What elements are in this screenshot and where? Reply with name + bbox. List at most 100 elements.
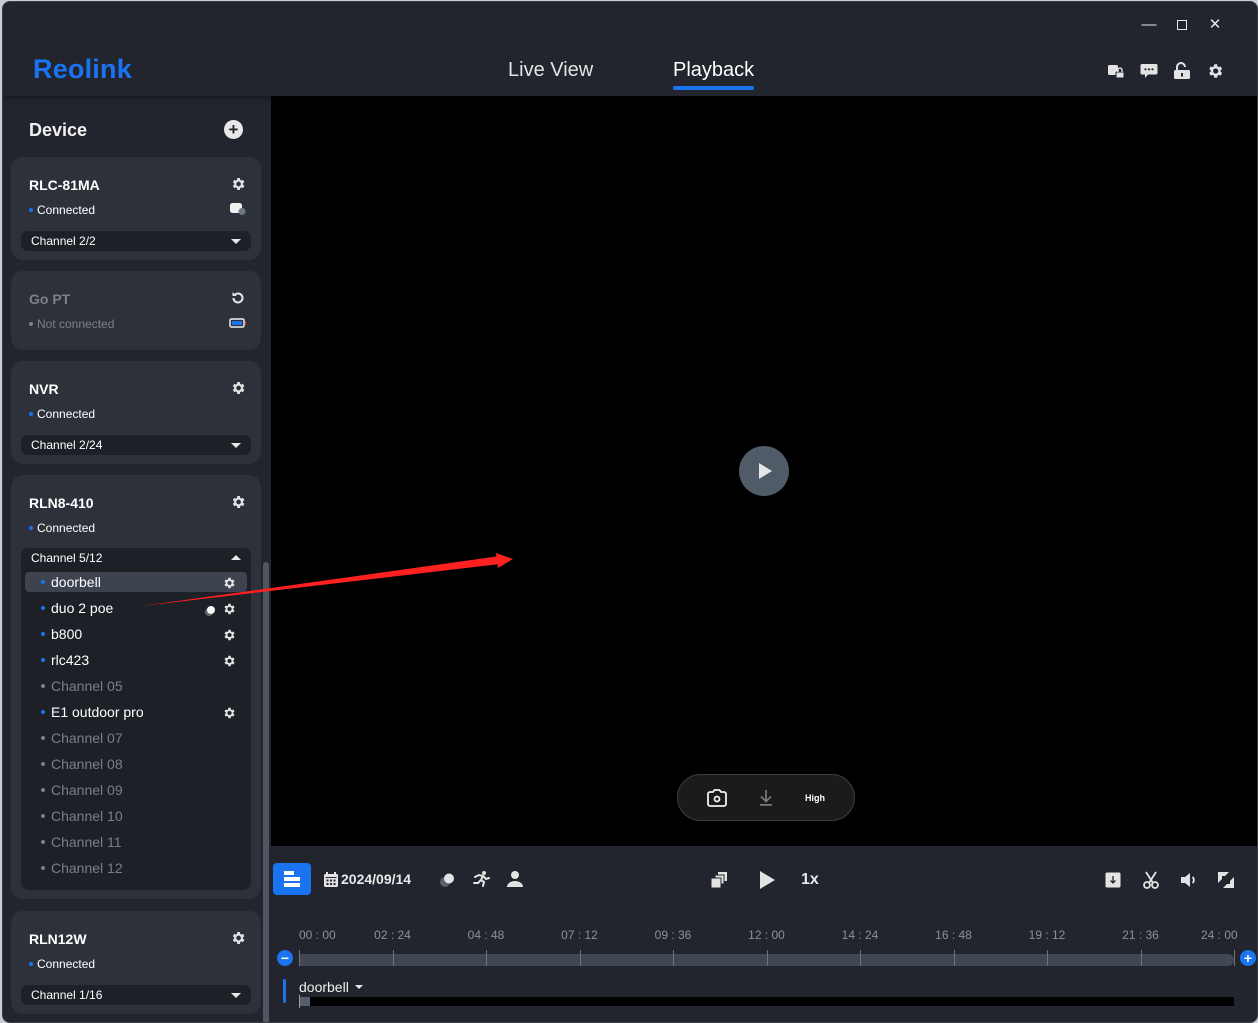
big-play-button[interactable] xyxy=(739,446,789,496)
channel-dropdown[interactable]: Channel 2/24 xyxy=(21,435,251,455)
snapshot-button[interactable] xyxy=(706,787,728,809)
channel-item[interactable]: Channel 08 xyxy=(25,754,247,774)
channel-item[interactable]: Channel 11 xyxy=(25,832,247,852)
playhead[interactable] xyxy=(299,995,300,1008)
download-button[interactable] xyxy=(756,787,776,809)
multi-window-button[interactable] xyxy=(709,870,729,890)
channel-item[interactable]: Channel 12 xyxy=(25,858,247,878)
minimize-icon: — xyxy=(1141,16,1157,33)
clip-button[interactable] xyxy=(1141,870,1161,890)
tab-playback[interactable]: Playback xyxy=(673,59,754,82)
fullscreen-button[interactable] xyxy=(1216,870,1236,890)
status-dot xyxy=(41,658,45,662)
calendar-icon xyxy=(324,871,338,887)
reolink-logo: Reolink xyxy=(33,54,132,84)
channel-item[interactable]: duo 2 poe xyxy=(25,598,247,618)
list-view-button[interactable] xyxy=(273,863,311,895)
timeline-zoom-out-button[interactable]: − xyxy=(277,950,293,966)
minus-icon: − xyxy=(280,950,290,966)
reconnect-button[interactable] xyxy=(230,290,246,306)
unlock-button[interactable] xyxy=(1172,61,1192,81)
channel-item[interactable]: Channel 05 xyxy=(25,676,247,696)
settings-button[interactable] xyxy=(1205,61,1225,81)
channel-item[interactable]: b800 xyxy=(25,624,247,644)
channel-settings-button[interactable] xyxy=(222,627,236,641)
channel-dropdown[interactable]: Channel 2/2 xyxy=(21,231,251,251)
chevron-down-icon xyxy=(231,239,241,244)
person-filter-button[interactable] xyxy=(505,869,525,889)
timeline-tick xyxy=(1234,950,1235,966)
tab-live-view[interactable]: Live View xyxy=(508,59,593,82)
timeline-tick-label: 16 : 48 xyxy=(935,928,972,942)
channel-label: Channel 10 xyxy=(51,808,123,824)
sleep-filter-button[interactable] xyxy=(437,870,457,890)
chevron-down-icon xyxy=(231,443,241,448)
gear-icon xyxy=(224,629,235,641)
status-text: Connected xyxy=(37,203,96,217)
device-name: RLN12W xyxy=(29,931,87,947)
device-card-rln8-410[interactable]: RLN8-410 Connected Channel 5/12 doorbell… xyxy=(11,475,261,899)
settings-icon xyxy=(1209,64,1223,78)
share-lock-icon xyxy=(1108,65,1125,79)
batch-download-button[interactable] xyxy=(1103,870,1123,890)
sidebar-scrollbar[interactable] xyxy=(263,562,269,1022)
minimize-button[interactable]: — xyxy=(1138,14,1160,36)
speed-button[interactable]: 1x xyxy=(801,868,819,892)
recording-track[interactable] xyxy=(299,997,1234,1006)
device-settings-button[interactable] xyxy=(230,176,246,192)
channel-item[interactable]: doorbell xyxy=(25,572,247,592)
quality-button[interactable]: High xyxy=(800,787,830,809)
motion-filter-button[interactable] xyxy=(471,869,491,889)
share-lock-button[interactable] xyxy=(1106,61,1126,81)
channel-label: Channel 05 xyxy=(51,678,123,694)
channel-settings-button[interactable] xyxy=(222,575,236,589)
close-button[interactable]: ✕ xyxy=(1204,14,1226,36)
device-sidebar: Device + RLC-81MA Connected Channel 2/2 … xyxy=(3,96,270,1022)
device-settings-button[interactable] xyxy=(230,930,246,946)
channel-settings-button[interactable] xyxy=(222,601,236,615)
recording-segment[interactable] xyxy=(299,997,311,1006)
status-dot xyxy=(29,962,33,966)
channel-settings-button[interactable] xyxy=(222,705,236,719)
device-settings-button[interactable] xyxy=(230,494,246,510)
gear-icon xyxy=(224,707,235,719)
timeline-track[interactable] xyxy=(299,950,1235,966)
channel-dropdown-label: Channel 2/2 xyxy=(31,234,96,248)
device-card-rlc-81ma[interactable]: RLC-81MA Connected Channel 2/2 xyxy=(11,157,261,260)
plus-icon: + xyxy=(228,120,239,139)
fullscreen-icon xyxy=(1218,872,1234,888)
channel-item[interactable]: Channel 07 xyxy=(25,728,247,748)
device-card-go-pt[interactable]: Go PT Not connected xyxy=(11,271,261,350)
track-channel-selector[interactable]: doorbell xyxy=(299,979,363,995)
download-icon xyxy=(760,790,772,806)
sleep-indicator xyxy=(204,602,216,616)
gear-icon xyxy=(232,382,245,394)
timeline-zoom-in-button[interactable]: + xyxy=(1240,950,1256,966)
timeline-tick xyxy=(953,950,955,966)
play-icon xyxy=(760,871,775,889)
channel-label: Channel 07 xyxy=(51,730,123,746)
speed-label: 1x xyxy=(801,871,819,888)
date-picker[interactable]: 2024/09/14 xyxy=(323,868,411,890)
channel-item[interactable]: rlc423 xyxy=(25,650,247,670)
device-card-rln12w[interactable]: RLN12W Connected Channel 1/16 xyxy=(11,911,261,1014)
add-device-button[interactable]: + xyxy=(224,120,243,139)
channel-item[interactable]: Channel 10 xyxy=(25,806,247,826)
date-label: 2024/09/14 xyxy=(341,871,412,887)
volume-button[interactable] xyxy=(1179,870,1199,890)
status-dot xyxy=(41,788,45,792)
scissors-icon xyxy=(1143,871,1159,889)
channel-dropdown[interactable]: Channel 5/12 xyxy=(21,548,251,568)
channel-settings-button[interactable] xyxy=(222,653,236,667)
play-button[interactable] xyxy=(755,868,779,892)
video-viewport[interactable]: High xyxy=(271,96,1257,846)
device-card-nvr[interactable]: NVR Connected Channel 2/24 xyxy=(11,361,261,464)
channel-item[interactable]: Channel 09 xyxy=(25,780,247,800)
channel-dropdown[interactable]: Channel 1/16 xyxy=(21,985,251,1005)
channel-label: rlc423 xyxy=(51,652,90,668)
channel-item[interactable]: E1 outdoor pro xyxy=(25,702,247,722)
device-settings-button[interactable] xyxy=(230,380,246,396)
timeline-tick xyxy=(486,950,487,966)
message-button[interactable] xyxy=(1139,61,1159,81)
maximize-button[interactable] xyxy=(1171,14,1193,36)
